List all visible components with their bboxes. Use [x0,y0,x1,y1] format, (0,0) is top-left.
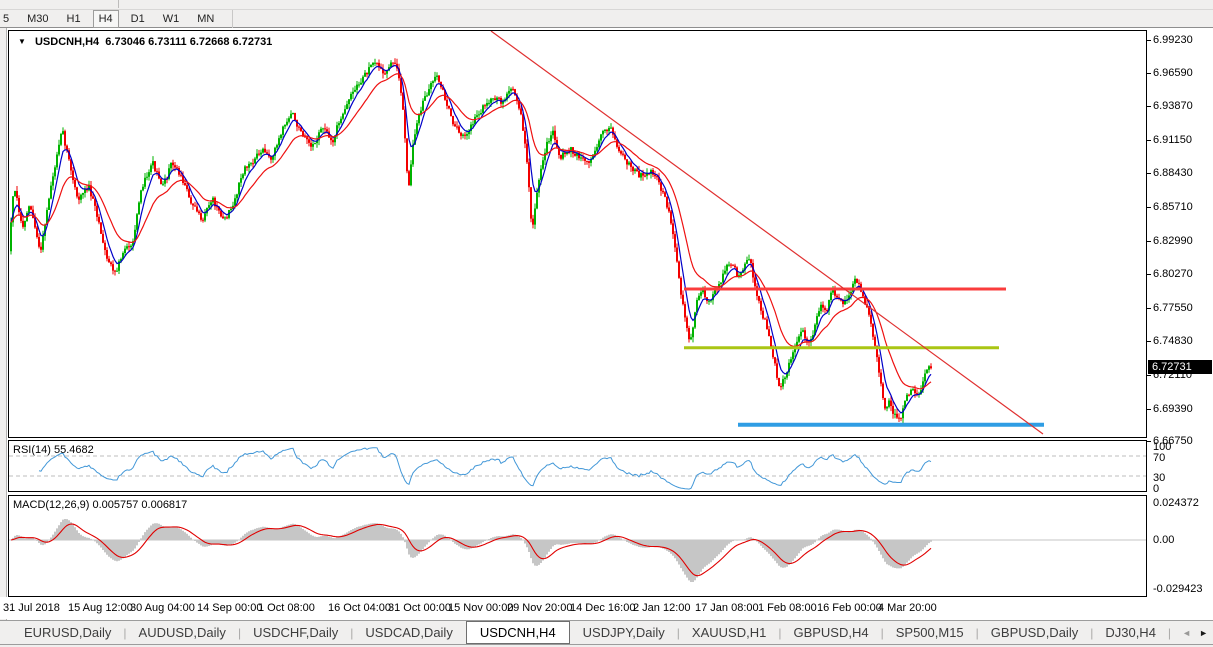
timeframe-buttons-row: 5 M30 H1 H4 D1 W1 MN [0,10,1213,28]
rsi-axis-label: 0 [1153,483,1159,495]
toolbar-separator [232,9,233,29]
chart-tabs: EURUSD,Daily|AUDUSD,Daily|USDCHF,Daily|U… [0,621,1182,644]
timeframe-button-h4[interactable]: H4 [93,10,119,28]
tab-usdcad-daily[interactable]: USDCAD,Daily [354,622,463,643]
chart-tab-bar: EURUSD,Daily|AUDUSD,Daily|USDCHF,Daily|U… [0,620,1213,645]
timeframe-toolbar: 5 M30 H1 H4 D1 W1 MN [0,0,1213,28]
tab-scroll-arrows: ◄► [1182,628,1213,638]
price-axis-label: 6.96590 [1153,67,1193,79]
up-candle-wicks [11,59,929,423]
price-axis-tick [1147,140,1151,141]
price-axis-label: 6.91150 [1153,134,1192,146]
time-axis-label: 1 Oct 08:00 [258,602,315,614]
trading-platform-window: 5 M30 H1 H4 D1 W1 MN ▼ USDCNH,H4 6.73046 6.731… [0,0,1213,647]
price-axis-label: 6.74830 [1153,335,1193,347]
time-axis-label: 29 Nov 20:00 [507,602,572,614]
macd-chart-canvas [9,496,1146,596]
tab-usdcnh-h4[interactable]: USDCNH,H4 [466,621,570,644]
time-axis-label: 16 Oct 04:00 [328,602,391,614]
timeframe-button-mn[interactable]: MN [191,10,220,28]
timeframe-button-h1[interactable]: H1 [61,10,87,28]
down-candle-wicks [17,58,931,422]
price-axis-label: 6.77550 [1153,302,1193,314]
toolbar-divider [118,0,119,8]
scroll-tabs-left-icon[interactable]: ◄ [1182,628,1191,638]
time-axis-label: 1 Feb 08:00 [758,602,817,614]
tab-audusd-daily[interactable]: AUDUSD,Daily [128,622,237,643]
macd-axis-label: 0.00 [1153,534,1174,546]
tab-eurusd-daily[interactable]: EURUSD,Daily [13,622,122,643]
down-candle-bodies [17,63,931,419]
rsi-label: RSI(14) 55.4682 [13,444,94,456]
rsi-line [39,448,931,489]
time-axis-label: 31 Oct 00:00 [388,602,451,614]
macd-label: MACD(12,26,9) 0.005757 0.006817 [13,499,187,511]
timeframe-button-d1[interactable]: D1 [125,10,151,28]
price-chart-panel[interactable]: ▼ USDCNH,H4 6.73046 6.73111 6.72668 6.72… [8,30,1147,438]
price-axis-label: 6.80270 [1153,268,1193,280]
price-axis-label: 6.99230 [1153,34,1193,46]
price-axis-tick [1147,441,1151,442]
price-axis-tick [1147,73,1151,74]
rsi-indicator-panel[interactable]: RSI(14) 55.4682 [8,440,1147,492]
candlestick-chart-canvas[interactable] [9,31,1146,437]
up-candle-bodies [11,63,929,419]
chart-symbol-label: USDCNH,H4 [35,36,99,48]
timeframe-button-w1[interactable]: W1 [157,10,186,28]
price-axis-tick [1147,375,1151,376]
time-axis-label: 16 Feb 00:00 [817,602,882,614]
time-axis-label: 30 Aug 04:00 [130,602,195,614]
time-axis-label: 2 Jan 12:00 [633,602,691,614]
time-axis: 31 Jul 2018 15 Aug 12:0030 Aug 04:0014 Se… [0,597,1213,619]
time-axis-label: 15 Aug 12:00 [68,602,133,614]
ma-slow-line [11,74,931,389]
time-axis-label: 15 Nov 00:00 [448,602,513,614]
tab-gbpusd-daily[interactable]: GBPUSD,Daily [980,622,1089,643]
upper-toolbar-edge [0,0,1213,10]
price-axis-label: 6.69390 [1153,403,1193,415]
descending-trendline [491,31,1043,434]
price-axis-tick [1147,409,1151,410]
price-axis-tick [1147,173,1151,174]
price-axis-tick [1147,274,1151,275]
chart-title: ▼ USDCNH,H4 6.73046 6.73111 6.72668 6.72… [18,36,272,48]
tab-sp500-m15[interactable]: SP500,M15 [885,622,975,643]
price-axis-tick [1147,341,1151,342]
tab-usdchf-daily[interactable]: USDCHF,Daily [242,622,349,643]
macd-axis-label: 0.024372 [1153,497,1199,509]
price-axis-label: 6.82990 [1153,235,1193,247]
scroll-tabs-right-icon[interactable]: ► [1199,628,1208,638]
tab-tech100-h1[interactable]: TECH100,H1 [1172,622,1182,643]
price-axis-label: 6.88430 [1153,167,1193,179]
time-axis-label: 14 Dec 16:00 [570,602,635,614]
timeframe-button-m30[interactable]: M30 [21,10,54,28]
tab-usdjpy-daily[interactable]: USDJPY,Daily [572,622,676,643]
price-axis: 6.99230 6.96590 6.93870 6.91150 6.88430 6.857… [1147,28,1213,598]
macd-histogram [11,519,931,582]
rsi-chart-canvas [9,441,1146,491]
macd-axis-label: -0.029423 [1153,583,1203,595]
price-axis-tick [1147,207,1151,208]
window-left-border [0,28,7,620]
chart-dropdown-icon[interactable]: ▼ [18,37,26,46]
price-axis-label: 6.85710 [1153,201,1193,213]
tab-xauusd-h1[interactable]: XAUUSD,H1 [681,622,777,643]
price-axis-tick [1147,241,1151,242]
time-axis-label: 14 Sep 00:00 [197,602,262,614]
tab-gbpusd-h4[interactable]: GBPUSD,H4 [782,622,879,643]
time-axis-label: 4 Mar 20:00 [878,602,937,614]
price-axis-label: 6.93870 [1153,100,1193,112]
price-axis-tick [1147,40,1151,41]
time-axis-label: 17 Jan 08:00 [695,602,759,614]
price-axis-tick [1147,308,1151,309]
current-price-tag: 6.72731 [1148,360,1212,374]
macd-indicator-panel[interactable]: MACD(12,26,9) 0.005757 0.006817 [8,495,1147,597]
time-axis-label: 31 Jul 2018 [3,602,60,614]
tab-dj30-h4[interactable]: DJ30,H4 [1094,622,1167,643]
rsi-axis-label: 70 [1153,452,1165,464]
timeframe-button-5[interactable]: 5 [1,10,15,28]
price-axis-tick [1147,106,1151,107]
chart-ohlc-values: 6.73046 6.73111 6.72668 6.72731 [105,36,272,48]
chart-client-area: ▼ USDCNH,H4 6.73046 6.73111 6.72668 6.72… [0,28,1213,620]
